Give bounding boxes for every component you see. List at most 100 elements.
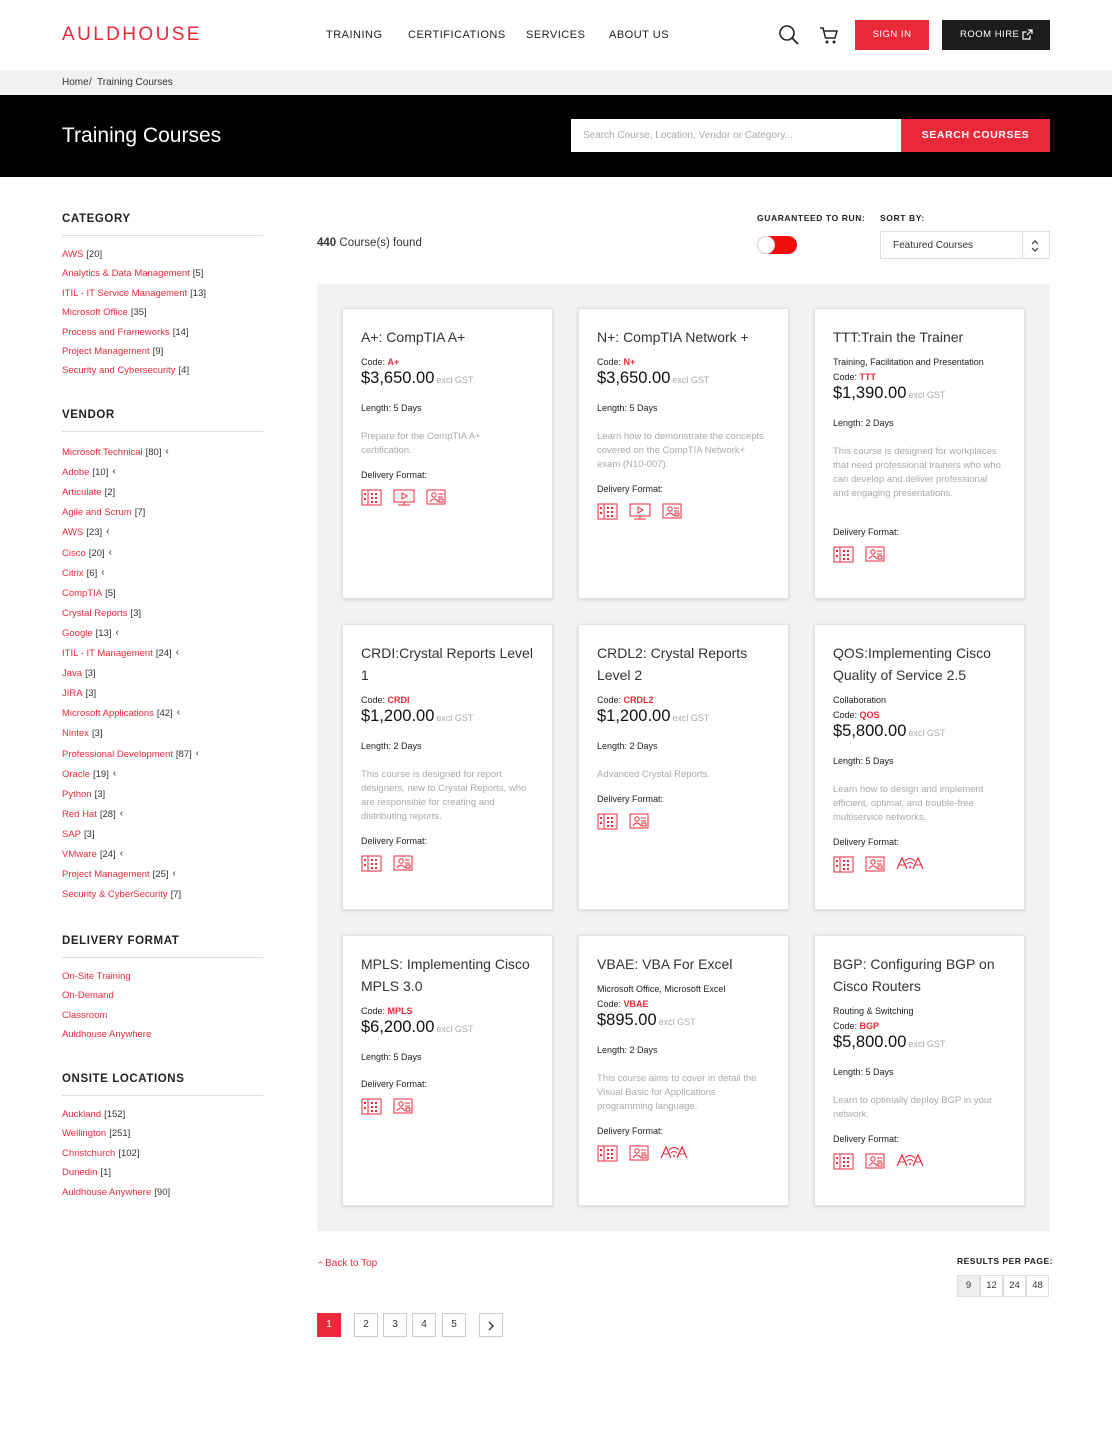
vendor-item[interactable]: ITIL - IT Management [24] ‹ (62, 647, 179, 659)
course-card[interactable]: N+: CompTIA Network + Code: N+ $3,650.00 ex… (578, 308, 789, 599)
delivery-format-item[interactable]: Auldhouse Anywhere (62, 1029, 151, 1040)
vendor-item[interactable]: VMware [24] ‹ (62, 848, 123, 860)
delivery-format-item[interactable]: On-Site Training (62, 971, 131, 982)
course-card[interactable]: CRDL2: Crystal Reports Level 2 Code: CRDL… (578, 624, 789, 910)
category-item[interactable]: AWS [20] (62, 249, 102, 260)
vendor-item[interactable]: Project Management [25] ‹ (62, 868, 176, 880)
vendor-item[interactable]: Cisco [20] ‹ (62, 547, 112, 559)
chevron-left-icon[interactable]: ‹ (173, 868, 176, 879)
vendor-item[interactable]: Crystal Reports [3] (62, 608, 141, 619)
vendor-item[interactable]: Citrix [6] ‹ (62, 567, 105, 579)
vendor-item[interactable]: Adobe [10] ‹ (62, 466, 116, 478)
chevron-left-icon[interactable]: ‹ (176, 647, 179, 658)
course-search-input[interactable] (571, 119, 901, 152)
course-title[interactable]: BGP: Configuring BGP on Cisco Routers (833, 954, 1013, 997)
course-title[interactable]: CRDI:Crystal Reports Level 1 (361, 643, 536, 686)
vendor-item[interactable]: Red Hat [28] ‹ (62, 808, 123, 820)
course-card[interactable]: QOS:Implementing Cisco Quality of Servic… (814, 624, 1025, 910)
back-to-top-link[interactable]: ‹ Back to Top (315, 1258, 377, 1269)
course-card[interactable]: BGP: Configuring BGP on Cisco Routers Rou… (814, 935, 1025, 1206)
course-card[interactable]: MPLS: Implementing Cisco MPLS 3.0 Code: M… (342, 935, 553, 1206)
category-item-count: [13] (190, 287, 206, 299)
vendor-item[interactable]: Agile and Scrum [7] (62, 507, 145, 518)
chevron-left-icon[interactable]: ‹ (120, 808, 123, 819)
location-item[interactable]: Wellington [251] (62, 1128, 130, 1139)
vendor-item[interactable]: CompTIA [5] (62, 588, 116, 599)
page-3-button[interactable]: 3 (383, 1313, 407, 1337)
nav-services[interactable]: SERVICES (526, 29, 585, 41)
course-title[interactable]: MPLS: Implementing Cisco MPLS 3.0 (361, 954, 536, 997)
vendor-item[interactable]: Articulate [2] (62, 487, 115, 498)
auldhouse-logo[interactable]: AULDHOUSE (62, 24, 202, 46)
location-item[interactable]: Christchurch [102] (62, 1148, 139, 1159)
results-per-page-option[interactable]: 9 (957, 1275, 980, 1297)
category-item[interactable]: ITIL - IT Service Management [13] (62, 288, 206, 299)
page-2-button[interactable]: 2 (354, 1313, 378, 1337)
category-item-count: [35] (130, 307, 147, 319)
breadcrumb-home[interactable]: Home (62, 77, 89, 88)
chevron-left-icon[interactable]: ‹ (112, 466, 115, 477)
vendor-item[interactable]: Microsoft Applications [42] ‹ (62, 707, 180, 719)
location-item[interactable]: Auckland [152] (62, 1109, 125, 1120)
course-price-value: $5,800.00 (833, 722, 907, 740)
chevron-left-icon[interactable]: ‹ (120, 848, 123, 859)
room-hire-button[interactable]: ROOM HIRE (942, 20, 1050, 50)
course-title[interactable]: VBAE: VBA For Excel (597, 954, 772, 976)
course-card[interactable]: A+: CompTIA A+ Code: A+ $3,650.00 excl GST L… (342, 308, 553, 599)
chevron-left-icon[interactable]: ‹ (116, 627, 119, 638)
category-item[interactable]: Microsoft Office [35] (62, 307, 147, 318)
location-item[interactable]: Dunedin [1] (62, 1167, 111, 1178)
results-per-page-option[interactable]: 12 (980, 1275, 1003, 1297)
category-item[interactable]: Analytics & Data Management [5] (62, 268, 203, 279)
vendor-item[interactable]: Java [3] (62, 668, 96, 679)
course-code: Code: BGP (833, 1021, 879, 1031)
results-per-page-option[interactable]: 24 (1003, 1275, 1026, 1297)
sign-in-button[interactable]: SIGN IN (855, 20, 929, 50)
chevron-left-icon[interactable]: ‹ (106, 526, 109, 537)
category-item[interactable]: Security and Cybersecurity [4] (62, 365, 189, 376)
vendor-item[interactable]: Nintex [3] (62, 728, 103, 739)
vendor-item[interactable]: Microsoft Technical [80] ‹ (62, 446, 169, 458)
chevron-left-icon[interactable]: ‹ (113, 768, 116, 779)
cart-icon[interactable] (818, 24, 840, 46)
chevron-left-icon[interactable]: ‹ (177, 707, 180, 718)
nav-about-us[interactable]: ABOUT US (609, 29, 669, 41)
chevron-left-icon[interactable]: ‹ (165, 446, 168, 457)
search-icon[interactable] (778, 24, 800, 46)
vendor-item[interactable]: AWS [23] ‹ (62, 526, 110, 538)
chevron-left-icon[interactable]: ‹ (196, 748, 199, 759)
course-title[interactable]: CRDL2: Crystal Reports Level 2 (597, 643, 772, 686)
category-item[interactable]: Process and Frameworks [14] (62, 327, 189, 338)
course-card[interactable]: TTT:Train the Trainer Training, Facilitat… (814, 308, 1025, 599)
excl-gst-label: excl GST (436, 375, 474, 385)
vendor-item[interactable]: Security & CyberSecurity [7] (62, 889, 181, 900)
page-5-button[interactable]: 5 (442, 1313, 466, 1337)
results-per-page-option[interactable]: 48 (1026, 1275, 1049, 1297)
vendor-item[interactable]: Python [3] (62, 789, 105, 800)
page-4-button[interactable]: 4 (412, 1313, 436, 1337)
next-page-button[interactable] (479, 1313, 503, 1337)
vendor-item[interactable]: Professional Development [87] ‹ (62, 748, 199, 760)
guaranteed-to-run-toggle[interactable] (757, 236, 797, 254)
course-card[interactable]: CRDI:Crystal Reports Level 1 Code: CRDI $1… (342, 624, 553, 910)
chevron-left-icon[interactable]: ‹ (109, 547, 112, 558)
page-1-button[interactable]: 1 (317, 1313, 341, 1337)
vendor-item[interactable]: Google [13] ‹ (62, 627, 119, 639)
search-courses-button[interactable]: SEARCH COURSES (901, 119, 1050, 152)
course-card[interactable]: VBAE: VBA For Excel Microsoft Office, Mic… (578, 935, 789, 1206)
vendor-item[interactable]: JIRA [3] (62, 688, 96, 699)
course-title[interactable]: N+: CompTIA Network + (597, 327, 772, 349)
nav-training[interactable]: TRAINING (326, 29, 383, 41)
category-item[interactable]: Project Management [9] (62, 346, 163, 357)
course-title[interactable]: A+: CompTIA A+ (361, 327, 536, 349)
location-item[interactable]: Auldhouse Anywhere [90] (62, 1187, 170, 1198)
delivery-format-item[interactable]: On-Demand (62, 990, 114, 1001)
course-title[interactable]: QOS:Implementing Cisco Quality of Servic… (833, 643, 1013, 686)
vendor-item[interactable]: Oracle [19] ‹ (62, 768, 116, 780)
chevron-left-icon[interactable]: ‹ (101, 567, 104, 578)
sort-by-select[interactable]: Featured Courses (880, 231, 1050, 259)
course-title[interactable]: TTT:Train the Trainer (833, 327, 1013, 349)
delivery-format-item[interactable]: Classroom (62, 1010, 107, 1021)
nav-certifications[interactable]: CERTIFICATIONS (408, 29, 506, 41)
vendor-item[interactable]: SAP [3] (62, 829, 95, 840)
